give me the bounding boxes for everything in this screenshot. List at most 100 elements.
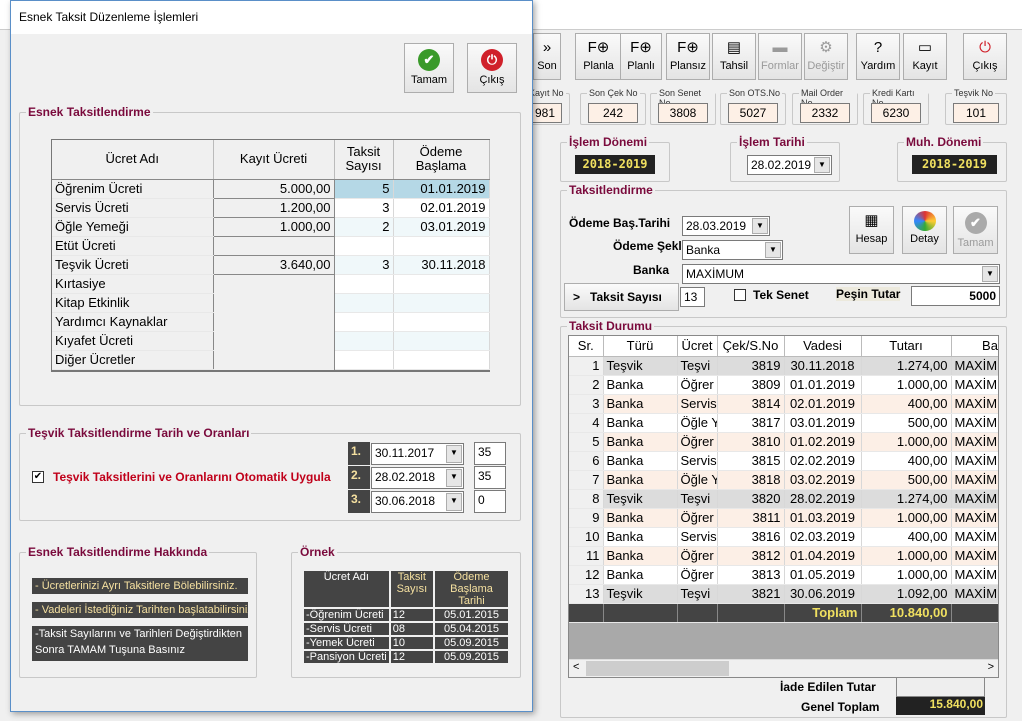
- table-cell[interactable]: [334, 293, 394, 313]
- tek-senet-checkbox[interactable]: [734, 289, 746, 301]
- dialog-tamam-button[interactable]: ✔ Tamam: [404, 43, 454, 93]
- toolbar-button-7[interactable]: ? Yardım: [856, 33, 900, 80]
- table-cell[interactable]: 02.01.2019: [393, 198, 490, 218]
- column-header[interactable]: Sr.: [569, 336, 604, 357]
- tesvik-date-picker[interactable]: 30.06.2018 ▼: [371, 491, 464, 513]
- table-cell[interactable]: 3: [334, 198, 394, 218]
- toolbar-button-1[interactable]: F⊕ Planla: [575, 33, 622, 80]
- table-row[interactable]: Diğer Ücretler: [52, 350, 490, 370]
- toolbar-button-0[interactable]: » Son: [533, 33, 561, 80]
- table-cell[interactable]: 30.11.2018: [393, 255, 490, 275]
- tesvik-date-picker[interactable]: 30.11.2017 ▼: [371, 443, 464, 465]
- column-header[interactable]: Çek/S.No: [717, 336, 785, 357]
- table-cell[interactable]: [334, 331, 394, 351]
- chevron-down-icon[interactable]: ▼: [814, 157, 830, 173]
- table-cell[interactable]: [393, 236, 490, 256]
- toolbar-button-6[interactable]: ⚙ Değiştir: [804, 33, 848, 80]
- table-row[interactable]: 10BankaServis381602.03.2019400,00MAXİMU: [569, 527, 998, 547]
- table-row[interactable]: 1TeşvikTeşvi381930.11.20181.274,00MAXİMU: [569, 356, 998, 376]
- muh-donemi-label: Muh. Dönemi: [904, 135, 984, 149]
- table-cell[interactable]: [393, 293, 490, 313]
- chevron-down-icon[interactable]: ▼: [446, 493, 462, 511]
- table-row[interactable]: 13 Teşvik Teşvi 3821 30.06.2019 1.092,00 MAXİM…: [569, 584, 998, 604]
- table-cell: Öğrer: [677, 565, 718, 585]
- odeme-sekli-select[interactable]: Banka ▼: [682, 240, 783, 260]
- table-row[interactable]: Teşvik Ücreti 3.640,00 3 30.11.2018: [52, 255, 490, 275]
- table-row[interactable]: Öğrenim Ücreti 5.000,00 5 01.01.2019: [52, 179, 490, 199]
- toolbar-button-9[interactable]: ⏻ Çıkış: [963, 33, 1007, 80]
- table-row[interactable]: 8TeşvikTeşvi382028.02.20191.274,00MAXİMU: [569, 489, 998, 509]
- table-cell: 01.02.2019: [784, 432, 862, 452]
- table-row[interactable]: 6BankaServis381502.02.2019400,00MAXİMU: [569, 451, 998, 471]
- table-cell[interactable]: [393, 331, 490, 351]
- tesvik-date-picker[interactable]: 28.02.2018 ▼: [371, 467, 464, 489]
- detay-button[interactable]: Detay: [902, 206, 947, 254]
- table-row[interactable]: 2BankaÖğrer380901.01.20191.000,00MAXİMU: [569, 375, 998, 395]
- table-row[interactable]: Kıyafet Ücreti: [52, 331, 490, 351]
- dialog-cikis-button[interactable]: ⏻ Çıkış: [467, 43, 517, 93]
- table-cell: Teşvi: [677, 584, 718, 604]
- column-header[interactable]: Tutarı: [861, 336, 952, 357]
- scroll-left-icon[interactable]: <: [573, 661, 579, 673]
- toolbar-button-8[interactable]: ▭ Kayıt: [903, 33, 947, 80]
- table-cell[interactable]: 5: [334, 179, 394, 199]
- table-cell[interactable]: [393, 312, 490, 332]
- table-row[interactable]: 7BankaÖğle Y381803.02.2019500,00MAXİMU: [569, 470, 998, 490]
- table-row[interactable]: 9BankaÖğrer381101.03.20191.000,00MAXİMU: [569, 508, 998, 528]
- table-row[interactable]: Etüt Ücreti: [52, 236, 490, 256]
- tesvik-rate-input[interactable]: 35: [474, 442, 506, 465]
- chevron-down-icon[interactable]: ▼: [446, 445, 462, 463]
- chevron-down-icon[interactable]: ▼: [765, 242, 781, 258]
- tesvik-auto-label: Teşvik Taksitlerini ve Oranlarını Otomat…: [53, 470, 331, 484]
- chevron-right-icon: >: [573, 290, 581, 304]
- table-cell: 11: [569, 546, 604, 566]
- taksit-sayisi-input[interactable]: 13: [680, 287, 705, 307]
- table-cell[interactable]: [334, 236, 394, 256]
- table-row[interactable]: 4BankaÖğle Y381703.01.2019500,00MAXİMU: [569, 413, 998, 433]
- odeme-bas-picker[interactable]: 28.03.2019 ▼: [682, 216, 770, 236]
- pesin-input[interactable]: 5000: [911, 286, 1000, 306]
- horizontal-scrollbar[interactable]: < >: [569, 659, 998, 677]
- banka-select[interactable]: MAXİMUM ▼: [682, 264, 1000, 284]
- scroll-right-icon[interactable]: >: [988, 661, 994, 673]
- toolbar-button-5[interactable]: ▬ Formlar: [758, 33, 802, 80]
- table-row[interactable]: 12BankaÖğrer381301.05.20191.000,00MAXİMU: [569, 565, 998, 585]
- toolbar-button-4[interactable]: ▤ Tahsil: [712, 33, 756, 80]
- table-row[interactable]: Öğle Yemeği 1.000,00 2 03.01.2019: [52, 217, 490, 237]
- table-cell[interactable]: 2: [334, 217, 394, 237]
- hesap-button[interactable]: ▦ Hesap: [849, 206, 894, 254]
- tesvik-rate-input[interactable]: 0: [474, 490, 506, 513]
- chevron-down-icon[interactable]: ▼: [982, 266, 998, 282]
- column-header[interactable]: Türü: [603, 336, 678, 357]
- toolbar-button-2[interactable]: F⊕ Planlı: [620, 33, 662, 80]
- table-cell[interactable]: [334, 312, 394, 332]
- chevron-down-icon[interactable]: ▼: [446, 469, 462, 487]
- taksit-sayisi-button[interactable]: > Taksit Sayısı: [564, 283, 679, 311]
- table-row[interactable]: Kitap Etkinlik: [52, 293, 490, 313]
- table-cell[interactable]: [393, 274, 490, 294]
- tesvik-rate-input[interactable]: 35: [474, 466, 506, 489]
- table-row[interactable]: Servis Ücreti 1.200,00 3 02.01.2019: [52, 198, 490, 218]
- chevron-down-icon[interactable]: ▼: [752, 218, 768, 234]
- table-row[interactable]: Kırtasiye: [52, 274, 490, 294]
- toolbar-button-3[interactable]: F⊕ Plansız: [666, 33, 710, 80]
- table-cell[interactable]: [393, 350, 490, 370]
- table-row[interactable]: 5BankaÖğrer381001.02.20191.000,00MAXİMU: [569, 432, 998, 452]
- column-header[interactable]: Ba: [951, 336, 998, 357]
- table-cell: 1: [569, 356, 604, 376]
- scrollbar-thumb[interactable]: [586, 661, 729, 676]
- tesvik-auto-checkbox[interactable]: ✔: [32, 471, 44, 483]
- table-row[interactable]: 11BankaÖğrer381201.04.20191.000,00MAXİMU: [569, 546, 998, 566]
- table-cell[interactable]: 3: [334, 255, 394, 275]
- table-row[interactable]: Yardımcı Kaynaklar: [52, 312, 490, 332]
- islem-tarihi-picker[interactable]: 28.02.2019 ▼: [747, 155, 832, 175]
- column-header[interactable]: Vadesi: [784, 336, 862, 357]
- table-cell[interactable]: [334, 274, 394, 294]
- table-cell[interactable]: 03.01.2019: [393, 217, 490, 237]
- column-header[interactable]: Ücret: [677, 336, 718, 357]
- table-row[interactable]: 3BankaServis381402.01.2019400,00MAXİMU: [569, 394, 998, 414]
- tamam-button[interactable]: ✔ Tamam: [953, 206, 998, 254]
- table-cell[interactable]: 01.01.2019: [393, 179, 490, 199]
- table-cell: 3: [569, 394, 604, 414]
- table-cell[interactable]: [334, 350, 394, 370]
